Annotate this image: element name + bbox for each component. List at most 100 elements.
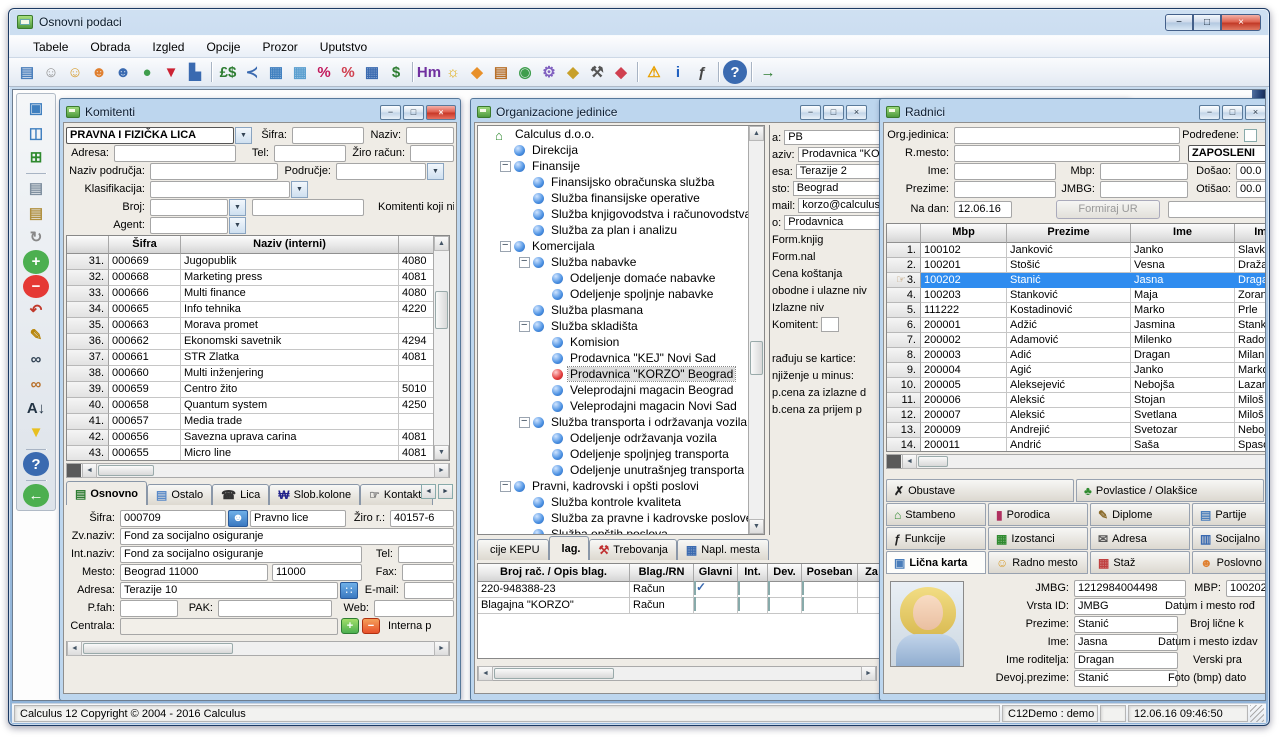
close-button[interactable]: × — [426, 105, 456, 120]
chevron-down-icon[interactable]: ▼ — [427, 163, 444, 180]
toolbar-icon[interactable] — [23, 446, 49, 452]
distribution-icon[interactable]: ≺ — [240, 60, 264, 84]
tree-item[interactable]: Odeljenje spoljnjeg transporta — [478, 446, 764, 462]
tree-item[interactable]: Calculus d.o.o. — [478, 126, 764, 142]
checkbox[interactable] — [694, 597, 696, 611]
tree-label[interactable]: Pravni, kadrovski i opšti poslovi — [530, 479, 701, 493]
tree-label[interactable]: Prodavnica "KEJ" Novi Sad — [568, 351, 718, 365]
save-icon[interactable]: ▣ — [23, 97, 49, 120]
minimize-button[interactable]: − — [800, 105, 821, 120]
checkbox[interactable] — [768, 597, 770, 611]
tree-expander-icon[interactable] — [538, 433, 549, 444]
vertical-scrollbar[interactable]: ▲ ▼ — [748, 126, 764, 534]
jmbg-input[interactable] — [1100, 181, 1188, 198]
tree-label[interactable]: Komision — [568, 335, 621, 349]
tree-label[interactable]: Finansijsko obračunska služba — [549, 175, 716, 189]
tree-label[interactable]: Odeljenje spoljnje nabavke — [568, 287, 715, 301]
table-row[interactable]: 37. 000661 STR Zlatka 4081 — [67, 350, 449, 366]
menu-item[interactable]: Prozor — [252, 37, 307, 57]
tab[interactable]: ⌂Stambeno — [886, 503, 986, 526]
tab[interactable]: ✎Diplome — [1090, 503, 1190, 526]
tag-yellow-icon[interactable]: ◆ — [561, 60, 585, 84]
pfah-field[interactable] — [120, 600, 178, 617]
tree-expander-icon[interactable] — [519, 193, 530, 204]
tree-item[interactable]: Veleprodajni magacin Beograd — [478, 382, 764, 398]
checkbox[interactable] — [802, 581, 804, 595]
bulb-icon[interactable]: ☼ — [441, 60, 465, 84]
tel-filter-input[interactable] — [274, 145, 346, 162]
sort-az-icon[interactable]: A↓ — [23, 397, 49, 420]
doc-warning-icon[interactable]: ⚠ — [642, 60, 666, 84]
agent-select[interactable] — [150, 217, 228, 234]
tree-label[interactable]: Odeljenje održavanja vozila — [568, 431, 719, 445]
checkbox[interactable] — [694, 581, 696, 595]
tree-label[interactable]: Calculus d.o.o. — [513, 127, 596, 141]
scroll-right-icon[interactable]: ► — [861, 666, 876, 681]
scroll-up-icon[interactable]: ▲ — [434, 236, 449, 251]
pak-field[interactable] — [218, 600, 332, 617]
table-row[interactable]: 34. 000665 Info tehnika 4220 — [67, 302, 449, 318]
tree-item[interactable]: Veleprodajni magacin Novi Sad — [478, 398, 764, 414]
scroll-right-icon[interactable]: ► — [434, 463, 449, 478]
chevron-down-icon[interactable]: ▼ — [229, 199, 246, 216]
table-row[interactable]: 38. 000660 Multi inženjering — [67, 366, 449, 382]
tree-expander-icon[interactable] — [538, 273, 549, 284]
org-tree-icon[interactable]: ▙ — [183, 60, 207, 84]
resize-grip[interactable] — [1250, 705, 1264, 722]
toolbar-icon[interactable] — [23, 477, 49, 483]
scroll-thumb[interactable] — [83, 643, 233, 654]
menu-item[interactable]: Opcije — [196, 37, 250, 57]
tree-label[interactable]: Služba kontrole kvaliteta — [549, 495, 683, 509]
scroll-left-icon[interactable]: ◄ — [82, 463, 97, 478]
toolbar-icon[interactable] — [714, 61, 723, 83]
sheet-percent2-icon[interactable]: ▦ — [288, 60, 312, 84]
tree-item[interactable]: Prodavnica "KORZO" Beograd — [478, 366, 764, 382]
org-structure-icon[interactable]: ▤ — [15, 60, 39, 84]
sheet-percent-icon[interactable]: ▦ — [264, 60, 288, 84]
table-row[interactable]: 12. 200007 Aleksić Svetlana Miloš — [887, 408, 1266, 423]
scroll-down-icon[interactable]: ▼ — [434, 445, 449, 460]
col-roditelj[interactable]: Ime rodite — [1235, 224, 1266, 243]
roditelj-field[interactable]: Dragan — [1074, 652, 1178, 669]
scroll-thumb[interactable] — [918, 456, 948, 467]
tab[interactable]: ♣Povlastice / Olakšice — [1076, 479, 1264, 502]
menu-item[interactable]: Izgled — [142, 37, 194, 57]
dosao-field[interactable]: 00.0 — [1236, 163, 1266, 180]
tree-expander-icon[interactable] — [519, 209, 530, 220]
scroll-block[interactable] — [67, 464, 81, 477]
scroll-block[interactable] — [887, 455, 901, 468]
refresh-icon[interactable]: ↻ — [23, 226, 49, 249]
horizontal-scrollbar[interactable]: ◄ ► — [66, 463, 450, 478]
save-tree-icon[interactable]: ⊞ — [23, 146, 49, 169]
print-icon[interactable]: ▤ — [23, 177, 49, 200]
col-prezime[interactable]: Prezime — [1007, 224, 1131, 243]
tree-expander-icon[interactable] — [519, 497, 530, 508]
tree-expander-icon[interactable] — [500, 241, 511, 252]
col-ime[interactable]: Ime — [1131, 224, 1235, 243]
sifra-field[interactable]: 000709 — [120, 510, 226, 527]
tree-label[interactable]: Prodavnica "KORZO" Beograd — [568, 367, 735, 381]
tree-label[interactable]: Služba transporta i održavanja vozila — [549, 415, 749, 429]
adresa-field[interactable]: Terazije 10 — [120, 582, 338, 599]
tag-orange-icon[interactable]: ◆ — [465, 60, 489, 84]
tree-item[interactable]: Prodavnica "KEJ" Novi Sad — [478, 350, 764, 366]
edit-icon[interactable]: ✎ — [23, 324, 49, 347]
tab[interactable]: ▣Lična karta — [886, 551, 986, 574]
tab-scroll-left-icon[interactable]: ◄ — [421, 484, 436, 499]
checkbox[interactable] — [738, 597, 740, 611]
percent-icon[interactable]: % — [312, 60, 336, 84]
chevron-down-icon[interactable]: ▼ — [291, 181, 308, 198]
col-naziv[interactable]: Naziv (interni) — [181, 236, 399, 254]
devoj-field[interactable]: Stanić — [1074, 670, 1178, 687]
menu-item[interactable]: Obrada — [80, 37, 140, 57]
tree-item[interactable]: Služba plasmana — [478, 302, 764, 318]
mbp-field[interactable]: 100202 — [1226, 580, 1266, 597]
email-field[interactable] — [404, 582, 454, 599]
scroll-thumb[interactable] — [98, 465, 154, 476]
table-row[interactable]: 39. 000659 Centro žito 5010 — [67, 382, 449, 398]
tree-item[interactable]: Odeljenje održavanja vozila — [478, 430, 764, 446]
tab[interactable]: ₩Slob.kolone — [269, 484, 360, 505]
tab[interactable]: ▤Osnovno — [66, 481, 147, 505]
centrala-field[interactable] — [120, 618, 338, 635]
naziv-podrucja-input[interactable] — [150, 163, 278, 180]
